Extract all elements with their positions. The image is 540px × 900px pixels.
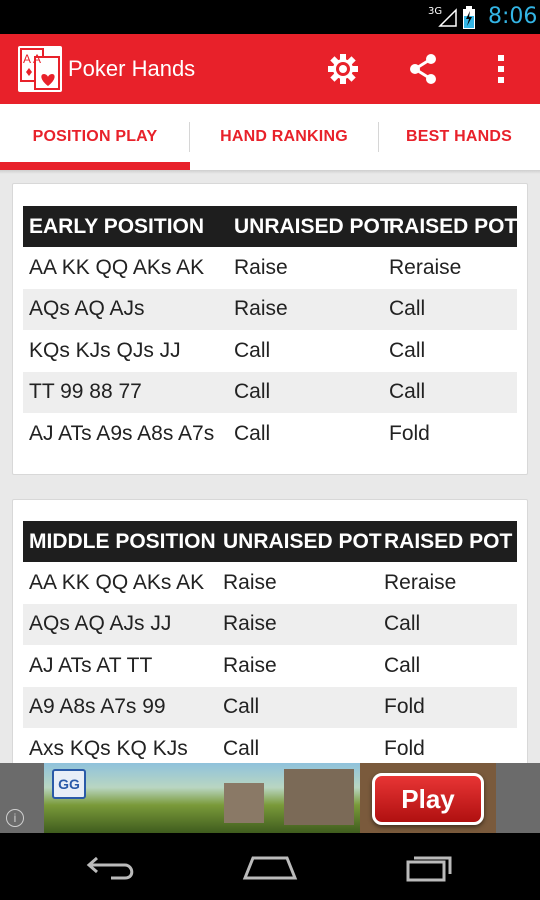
hands-cell: AJ ATs AT TT	[29, 653, 153, 677]
system-nav-bar	[0, 833, 540, 900]
hands-cell: AJ ATs A9s A8s A7s	[29, 421, 215, 445]
ad-brand-logo: GG	[52, 769, 86, 799]
svg-text:A: A	[33, 52, 41, 66]
clock: 8:06	[488, 4, 538, 29]
table-header-row: EARLY POSITION UNRAISED POT RAISED POT	[23, 206, 517, 247]
gear-icon	[328, 54, 358, 84]
raised-action-cell: Call	[389, 297, 426, 321]
raised-action-cell: Reraise	[384, 570, 457, 594]
tab-position-play[interactable]: POSITION PLAY	[0, 104, 190, 170]
hands-cell: KQs KJs QJs JJ	[29, 338, 181, 362]
tab-hand-ranking[interactable]: HAND RANKING	[190, 104, 378, 170]
raised-action-cell: Call	[389, 338, 426, 362]
raised-action-cell: Call	[384, 612, 421, 636]
unraised-action-cell: Call	[234, 380, 271, 404]
hands-cell: AQs AQ AJs JJ	[29, 612, 172, 636]
table-row: AA KK QQ AKs AK Raise Reraise	[23, 562, 517, 604]
unraised-action-cell: Raise	[234, 297, 288, 321]
raised-action-cell: Call	[389, 380, 426, 404]
header-position: EARLY POSITION	[29, 214, 205, 238]
unraised-action-cell: Call	[234, 338, 271, 362]
header-unraised-pot: UNRAISED POT	[223, 529, 382, 553]
unraised-action-cell: Raise	[223, 653, 277, 677]
app-bar: A A Poker Hands	[0, 34, 540, 104]
ad-play-button[interactable]: Play	[372, 773, 484, 825]
unraised-action-cell: Raise	[234, 255, 288, 279]
hands-cell: AQs AQ AJs	[29, 297, 145, 321]
table-row: AQs AQ AJs Raise Call	[23, 288, 517, 330]
tab-selected-indicator	[0, 162, 190, 170]
overflow-menu-button[interactable]	[482, 50, 520, 88]
share-icon	[410, 54, 436, 84]
middle-position-card: MIDDLE POSITION UNRAISED POT RAISED POT …	[12, 499, 528, 799]
header-unraised-pot: UNRAISED POT	[234, 214, 393, 238]
unraised-action-cell: Raise	[223, 570, 277, 594]
app-logo: A A	[18, 46, 62, 92]
raised-action-cell: Reraise	[389, 255, 462, 279]
home-button[interactable]	[240, 847, 300, 887]
table-row: TT 99 88 77 Call Call	[23, 371, 517, 413]
table-row: A9 A8s A7s 99 Call Fold	[23, 686, 517, 728]
svg-text:A: A	[23, 52, 31, 66]
table-row: AJ ATs AT TT Raise Call	[23, 645, 517, 687]
hands-cell: AA KK QQ AKs AK	[29, 255, 205, 279]
header-raised-pot: RAISED POT	[384, 529, 513, 553]
back-button[interactable]	[82, 847, 142, 887]
unraised-action-cell: Call	[223, 695, 260, 719]
overflow-menu-icon	[498, 55, 504, 83]
app-title: Poker Hands	[68, 56, 196, 81]
table-row: AJ ATs A9s A8s A7s Call Fold	[23, 413, 517, 455]
raised-action-cell: Fold	[384, 695, 425, 719]
table-row: AA KK QQ AKs AK Raise Reraise	[23, 247, 517, 289]
early-position-table: EARLY POSITION UNRAISED POT RAISED POT A…	[23, 206, 517, 455]
unraised-action-cell: Call	[234, 421, 271, 445]
table-row: AQs AQ AJs JJ Raise Call	[23, 603, 517, 645]
home-icon	[242, 856, 298, 880]
table-row: KQs KJs QJs JJ Call Call	[23, 330, 517, 372]
ad-banner[interactable]: i GG Play	[0, 763, 540, 833]
raised-action-cell: Call	[384, 653, 421, 677]
header-position: MIDDLE POSITION	[29, 529, 216, 553]
recent-apps-icon	[406, 856, 452, 882]
hands-cell: A9 A8s A7s 99	[29, 695, 166, 719]
tab-best-hands[interactable]: BEST HANDS	[378, 104, 540, 170]
playing-cards-icon: A A	[20, 48, 60, 90]
battery-charging-icon	[463, 6, 475, 29]
tab-bar: POSITION PLAY HAND RANKING BEST HANDS	[0, 104, 540, 174]
hands-cell: AA KK QQ AKs AK	[29, 570, 205, 594]
table-header-row: MIDDLE POSITION UNRAISED POT RAISED POT	[23, 521, 517, 562]
back-icon	[86, 856, 134, 880]
header-raised-pot: RAISED POT	[389, 214, 518, 238]
ad-info-icon[interactable]: i	[6, 809, 24, 827]
status-bar: 3G 8:06	[0, 0, 540, 34]
share-button[interactable]	[404, 50, 442, 88]
early-position-card: EARLY POSITION UNRAISED POT RAISED POT A…	[12, 183, 528, 475]
signal-icon	[438, 8, 457, 27]
recent-apps-button[interactable]	[400, 847, 460, 887]
unraised-action-cell: Raise	[223, 612, 277, 636]
raised-action-cell: Fold	[389, 421, 430, 445]
middle-position-table: MIDDLE POSITION UNRAISED POT RAISED POT …	[23, 521, 517, 770]
hands-cell: TT 99 88 77	[29, 380, 142, 404]
settings-button[interactable]	[324, 50, 362, 88]
